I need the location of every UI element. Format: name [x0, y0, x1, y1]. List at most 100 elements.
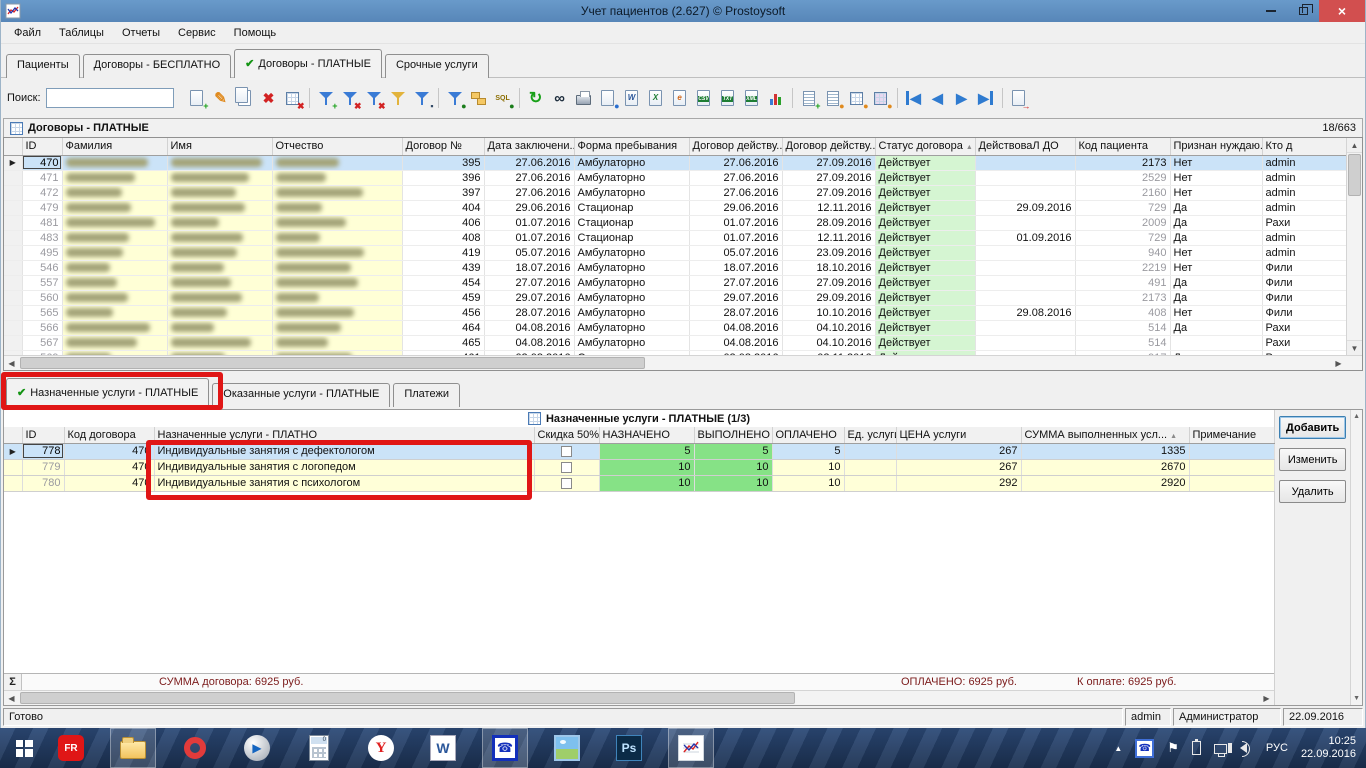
cell-firstname-blurred[interactable] [167, 320, 272, 335]
cell-patient-code[interactable]: 2219 [1075, 260, 1170, 275]
taskbar-photo-viewer-icon[interactable] [544, 728, 590, 768]
cell-discount[interactable] [534, 475, 599, 491]
cell-contract-no[interactable]: 395 [402, 155, 484, 170]
contract-row[interactable]: ▶47039527.06.2016Амбулаторно27.06.201627… [4, 155, 1350, 170]
cell-lastname-blurred[interactable] [62, 155, 167, 170]
cell-discount[interactable] [534, 443, 599, 459]
contract-row[interactable]: 56545628.07.2016Амбулаторно28.07.201610.… [4, 305, 1350, 320]
cell-middlename-blurred[interactable] [272, 260, 402, 275]
insert-subrecord-icon[interactable]: + [797, 86, 821, 110]
start-button[interactable] [0, 728, 48, 768]
column-header[interactable]: ОПЛАЧЕНО [772, 427, 844, 443]
cell-in-need[interactable]: Нет [1170, 305, 1262, 320]
copy-record-icon[interactable] [233, 86, 257, 110]
cell-lastname-blurred[interactable] [62, 305, 167, 320]
tray-battery-icon[interactable] [1192, 741, 1201, 755]
contract-row[interactable]: 47940429.06.2016Стационар29.06.201612.11… [4, 200, 1350, 215]
cell-contract-no[interactable]: 454 [402, 275, 484, 290]
cell-valid-from[interactable]: 29.07.2016 [689, 290, 782, 305]
cell-lastname-blurred[interactable] [62, 320, 167, 335]
cell-valid-from[interactable]: 05.07.2016 [689, 245, 782, 260]
cell-created-by[interactable]: admin [1262, 230, 1350, 245]
cell-contract-no[interactable]: 396 [402, 170, 484, 185]
cell-id[interactable]: 557 [22, 275, 62, 290]
scroll-thumb[interactable] [20, 692, 795, 704]
cell-done[interactable]: 10 [694, 475, 772, 491]
contract-row[interactable]: 47239727.06.2016Амбулаторно27.06.201627.… [4, 185, 1350, 200]
cell-middlename-blurred[interactable] [272, 305, 402, 320]
cell-sum-done[interactable]: 1335 [1021, 443, 1189, 459]
column-header[interactable]: Статус договора▲ [875, 138, 975, 155]
column-header[interactable] [4, 138, 22, 155]
cell-valid-to[interactable]: 04.10.2016 [782, 320, 875, 335]
cell-concluded[interactable]: 29.06.2016 [484, 200, 574, 215]
discount-checkbox[interactable] [561, 462, 572, 473]
cell-status[interactable]: Действует [875, 185, 975, 200]
column-header[interactable]: ID [22, 138, 62, 155]
edit-record-icon[interactable]: ✎ [209, 86, 233, 110]
menu-item-5[interactable]: Помощь [225, 24, 286, 42]
cell-id[interactable]: 471 [22, 170, 62, 185]
column-header[interactable]: Примечание [1189, 427, 1274, 443]
cell-id[interactable]: 778 [22, 443, 64, 459]
cell-acted-until[interactable] [975, 320, 1075, 335]
cell-middlename-blurred[interactable] [272, 275, 402, 290]
cell-in-need[interactable]: Да [1170, 215, 1262, 230]
edit-button[interactable]: Изменить [1279, 448, 1346, 471]
export-csv-icon[interactable]: CSV [692, 86, 716, 110]
find-icon[interactable]: ∞ [548, 86, 572, 110]
cell-form[interactable]: Амбулаторно [574, 155, 689, 170]
service-row[interactable]: ▶778470Индивидуальные занятия с дефектол… [4, 443, 1274, 459]
cell-form[interactable]: Амбулаторно [574, 335, 689, 350]
cell-status[interactable]: Действует [875, 305, 975, 320]
cell-middlename-blurred[interactable] [272, 245, 402, 260]
filter-clear-icon[interactable]: ✖ [338, 86, 362, 110]
cell-patient-code[interactable]: 2009 [1075, 215, 1170, 230]
cell-lastname-blurred[interactable] [62, 290, 167, 305]
cell-created-by[interactable]: admin [1262, 185, 1350, 200]
column-header[interactable]: Отчество [272, 138, 402, 155]
tray-volume-icon[interactable] [1240, 743, 1253, 753]
cell-acted-until[interactable] [975, 185, 1075, 200]
cell-contract-no[interactable]: 439 [402, 260, 484, 275]
scroll-right-icon[interactable]: ▶ [1331, 356, 1346, 370]
cell-valid-from[interactable]: 01.07.2016 [689, 230, 782, 245]
cell-contract-id[interactable]: 470 [64, 475, 154, 491]
taskbar-clock[interactable]: 10:25 22.09.2016 [1301, 735, 1356, 761]
column-header[interactable]: Договор действу... [782, 138, 875, 155]
cell-id[interactable]: 546 [22, 260, 62, 275]
column-header[interactable]: ВЫПОЛНЕНО [694, 427, 772, 443]
cell-id[interactable]: 481 [22, 215, 62, 230]
add-button[interactable]: Добавить [1279, 416, 1346, 439]
cell-middlename-blurred[interactable] [272, 200, 402, 215]
column-header[interactable]: ЦЕНА услуги [896, 427, 1021, 443]
scroll-thumb[interactable] [20, 357, 645, 369]
cell-firstname-blurred[interactable] [167, 275, 272, 290]
column-header[interactable]: СУММА выполненных усл...▲ [1021, 427, 1189, 443]
tray-expand-icon[interactable]: ▲ [1114, 744, 1122, 753]
cell-price[interactable]: 267 [896, 459, 1021, 475]
contract-row[interactable]: 47139627.06.2016Амбулаторно27.06.201627.… [4, 170, 1350, 185]
cell-acted-until[interactable] [975, 245, 1075, 260]
cell-middlename-blurred[interactable] [272, 335, 402, 350]
cell-status[interactable]: Действует [875, 275, 975, 290]
cell-created-by[interactable]: Фили [1262, 305, 1350, 320]
detail-tab-2[interactable]: Оказанные услуги - ПЛАТНЫЕ [212, 383, 390, 407]
contract-row[interactable]: 56746504.08.2016Амбулаторно04.08.201604.… [4, 335, 1350, 350]
cell-in-need[interactable]: Нет [1170, 155, 1262, 170]
column-header[interactable]: Скидка 50% [534, 427, 599, 443]
cell-created-by[interactable]: admin [1262, 170, 1350, 185]
cell-patient-code[interactable]: 2173 [1075, 290, 1170, 305]
cell-valid-to[interactable]: 27.09.2016 [782, 170, 875, 185]
cell-acted-until[interactable] [975, 170, 1075, 185]
taskbar-fr-app-icon[interactable]: FR [48, 728, 94, 768]
delete-record-icon[interactable]: ✖ [257, 86, 281, 110]
cell-contract-no[interactable]: 406 [402, 215, 484, 230]
filter-edit-icon[interactable] [386, 86, 410, 110]
service-row[interactable]: 779470Индивидуальные занятия с логопедом… [4, 459, 1274, 475]
cell-concluded[interactable]: 01.07.2016 [484, 215, 574, 230]
column-header[interactable]: Код пациента [1075, 138, 1170, 155]
cell-firstname-blurred[interactable] [167, 245, 272, 260]
cell-note[interactable] [1189, 459, 1274, 475]
cell-price[interactable]: 267 [896, 443, 1021, 459]
